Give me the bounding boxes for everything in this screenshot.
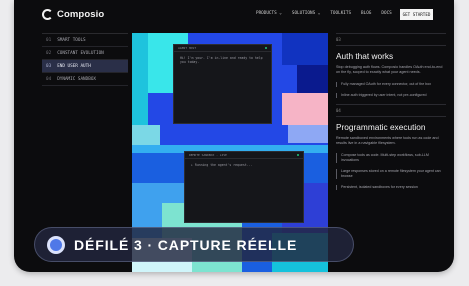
- terminal-titlebar: REMOTE SANDBOX · LIVE: [185, 152, 303, 159]
- sandbox-terminal-window: REMOTE SANDBOX · LIVE ▸ Running the agen…: [184, 151, 304, 223]
- section-description: Remote sandboxed environments where tool…: [336, 135, 439, 146]
- badge-label: DÉFILÉ 3 · CAPTURE RÉELLE: [74, 236, 298, 253]
- section-number: 03: [336, 37, 341, 42]
- sidebar-item-end-user-auth[interactable]: 03 END USER AUTH: [42, 60, 128, 73]
- visual-block: [132, 125, 160, 145]
- section-title: Auth that works: [336, 51, 394, 61]
- top-nav: Composio PRODUCTS ⌄ SOLUTIONS ⌄ TOOLKITS…: [14, 0, 454, 30]
- sidebar-item-label: END USER AUTH: [57, 63, 91, 69]
- section-number: 04: [336, 107, 341, 113]
- divider: [336, 103, 446, 105]
- feature-bullet: Large responses stored on a remote files…: [336, 168, 446, 179]
- sidebar-item-number: 01: [46, 37, 52, 43]
- nav-link-blog[interactable]: BLOG: [361, 11, 371, 16]
- divider: [336, 33, 446, 34]
- sidebar-item-number: 02: [46, 50, 52, 56]
- brand-logo[interactable]: Composio: [42, 9, 104, 20]
- get-started-button[interactable]: GET STARTED: [400, 9, 433, 20]
- sidebar-item-constant-evolution[interactable]: 02 CONSTANT EVOLUTION: [42, 47, 128, 60]
- composio-logo-icon: [42, 9, 53, 20]
- terminal-titlebar: AGENT HOST: [174, 45, 271, 52]
- sidebar-item-label: DYNAMIC SANDBOX: [57, 76, 96, 82]
- divider: [336, 115, 446, 117]
- section-description: Stop debugging auth flows. Composio hand…: [336, 65, 443, 75]
- terminal-title: AGENT HOST: [178, 46, 197, 50]
- sidebar-item-label: SMART TOOLS: [57, 37, 86, 43]
- feature-bullet: Compose tools as code. Multi-step workfl…: [336, 152, 446, 163]
- nav-link-docs[interactable]: DOCS: [381, 11, 391, 16]
- record-dot-icon: [47, 235, 65, 254]
- visual-block: [288, 125, 328, 143]
- feature-bullet: Inline auth triggered by user intent, no…: [336, 92, 446, 98]
- terminal-title: REMOTE SANDBOX · LIVE: [189, 153, 227, 157]
- scroll-capture-badge: DÉFILÉ 3 · CAPTURE RÉELLE: [34, 227, 354, 262]
- sidebar-item-number: 03: [46, 63, 52, 69]
- visual-block: [297, 65, 328, 93]
- section-title: Programmatic execution: [336, 121, 426, 132]
- sidebar-item-dynamic-sandbox[interactable]: 04 DYNAMIC SANDBOX: [42, 73, 128, 86]
- sidebar-item-label: CONSTANT EVOLUTION: [57, 50, 104, 56]
- status-dot-icon: [296, 153, 299, 157]
- sidebar-item-number: 04: [46, 76, 52, 82]
- visual-block: [132, 33, 148, 125]
- nav-link-toolkits[interactable]: TOOLKITS: [330, 11, 351, 16]
- feature-bullet: Persistent, isolated sandboxes for every…: [336, 184, 446, 190]
- agent-terminal-window: AGENT HOST Hi! I'm your. I'm in-line and…: [173, 44, 272, 124]
- status-dot-icon: [264, 46, 267, 50]
- sidebar-item-smart-tools[interactable]: 01 SMART TOOLS: [42, 34, 128, 47]
- nav-link-products[interactable]: PRODUCTS ⌄: [256, 11, 282, 16]
- terminal-text: ▸ Running the agent's request...: [191, 163, 253, 167]
- visual-block: [282, 33, 328, 65]
- nav-link-solutions[interactable]: SOLUTIONS ⌄: [292, 11, 320, 16]
- visual-block: [282, 93, 328, 125]
- feature-content: 03 Auth that works Stop debugging auth f…: [336, 33, 446, 196]
- divider: [336, 45, 446, 46]
- nav-links: PRODUCTS ⌄ SOLUTIONS ⌄ TOOLKITS BLOG DOC…: [256, 11, 392, 16]
- brand-name: Composio: [57, 9, 105, 20]
- terminal-text: Hi! I'm your. I'm in-line and ready to h…: [180, 56, 263, 65]
- feature-sidebar: 01 SMART TOOLS 02 CONSTANT EVOLUTION 03 …: [42, 33, 128, 86]
- feature-bullet: Fully managed OAuth for every connector,…: [336, 81, 446, 87]
